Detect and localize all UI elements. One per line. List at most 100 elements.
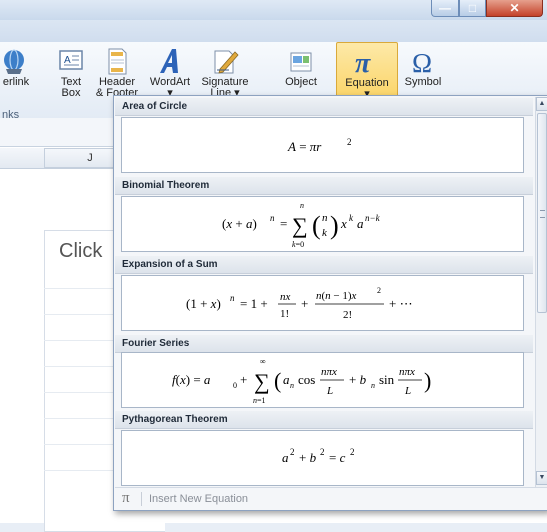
equation-area-of-circle[interactable]: A = πr 2	[121, 117, 524, 173]
minimize-icon: —	[439, 1, 451, 15]
svg-text:+: +	[240, 372, 247, 387]
ribbon-tab-bar: ▵ ? ▭ ⧉ ✕	[0, 20, 547, 59]
svg-text:cos: cos	[298, 372, 315, 387]
svg-text:n: n	[290, 381, 294, 390]
gridline	[44, 418, 114, 419]
wordart-icon	[160, 49, 178, 73]
svg-text:n: n	[270, 213, 275, 223]
equation-button[interactable]: π Equation ▾	[336, 42, 398, 100]
svg-text:nx: nx	[280, 291, 291, 303]
svg-text:2: 2	[320, 447, 325, 457]
symbol-label: Symbol	[404, 76, 442, 88]
svg-text:n: n	[371, 381, 375, 390]
maximize-button[interactable]: □	[459, 0, 486, 17]
svg-text:+ ⋯: + ⋯	[389, 296, 413, 311]
header-footer-button[interactable]: Header & Footer	[92, 42, 142, 99]
svg-text:∞: ∞	[260, 357, 266, 366]
svg-text:+ b: + b	[349, 372, 367, 387]
text-box-button[interactable]: A Text Box	[52, 42, 90, 99]
equation-gallery: Area of Circle A = πr 2 Binomial Theorem…	[113, 95, 547, 511]
gridline	[44, 470, 114, 471]
svg-text:2: 2	[290, 447, 295, 457]
svg-text:n: n	[300, 201, 304, 210]
maximize-icon: □	[468, 1, 477, 15]
svg-text:A = πr: A = πr	[287, 139, 322, 154]
pi-icon: π	[355, 48, 371, 76]
object-label: Object	[285, 76, 317, 88]
svg-text:(x + a): (x + a)	[222, 216, 257, 231]
text-box-icon: A	[59, 50, 83, 70]
svg-text:sin: sin	[379, 372, 395, 387]
svg-text:(1 + x): (1 + x)	[186, 296, 221, 311]
svg-text:(: (	[274, 368, 281, 393]
svg-text:L: L	[404, 385, 411, 397]
hyperlink-icon	[4, 49, 24, 74]
svg-text:Ω: Ω	[412, 48, 432, 75]
gallery-scrollbar[interactable]: ▲ ▼	[535, 97, 547, 487]
gridline	[44, 366, 114, 367]
svg-text:2: 2	[347, 137, 352, 147]
svg-text:): )	[330, 211, 339, 240]
svg-text:1!: 1!	[280, 308, 289, 320]
svg-text:0: 0	[233, 381, 237, 390]
svg-text:k: k	[322, 227, 328, 239]
equation-expansion-of-a-sum[interactable]: (1 + x) n = 1 + nx 1! + n(n − 1)x 2 2! +…	[121, 275, 524, 331]
symbol-button[interactable]: Ω Symbol	[400, 42, 446, 98]
gridline	[44, 288, 114, 289]
svg-text:n: n	[322, 212, 328, 224]
svg-text:x: x	[340, 216, 347, 231]
equation-render: a 2 + b 2 = c 2	[282, 447, 355, 465]
svg-text:+: +	[301, 296, 308, 311]
text-box-label-2: Box	[61, 87, 81, 99]
title-bar: — □ ✕	[0, 0, 547, 20]
equation-fourier-series[interactable]: f(x) = a 0 + ∞ ∑ n=1 ( a n cos nπx L + b…	[121, 352, 524, 408]
scroll-down-arrow-icon[interactable]: ▼	[536, 471, 547, 485]
equation-render: (x + a) n = n ∑ k=0 ( n k ) x k a n−k	[222, 201, 381, 249]
svg-text:2!: 2!	[343, 309, 352, 321]
svg-text:a: a	[357, 216, 364, 231]
omega-icon: Ω	[412, 48, 432, 75]
scroll-thumb[interactable]	[537, 113, 547, 313]
separator	[141, 492, 142, 506]
scroll-up-arrow-icon[interactable]: ▲	[536, 97, 547, 111]
svg-text:= 1 +: = 1 +	[240, 296, 268, 311]
close-button[interactable]: ✕	[486, 0, 543, 17]
equation-pythagorean-theorem[interactable]: a 2 + b 2 = c 2	[121, 430, 524, 486]
svg-text:): )	[424, 368, 431, 393]
svg-text:2: 2	[377, 286, 381, 295]
svg-text:∑: ∑	[292, 213, 308, 238]
svg-text:+ b: + b	[299, 450, 317, 465]
insert-new-equation-label: Insert New Equation	[149, 493, 249, 505]
svg-text:=: =	[280, 216, 287, 231]
svg-text:n(n − 1)x: n(n − 1)x	[316, 290, 357, 302]
gridline	[44, 340, 114, 341]
hyperlink-button[interactable]: erlink	[0, 42, 38, 98]
object-button[interactable]: Object	[281, 42, 321, 98]
section-header-fourier-series: Fourier Series	[115, 335, 533, 353]
wordart-button[interactable]: WordArt ▾	[145, 42, 195, 99]
svg-text:nπx: nπx	[399, 366, 415, 378]
svg-text:π: π	[355, 48, 371, 76]
pi-icon: π	[122, 490, 130, 506]
equation-render: (1 + x) n = 1 + nx 1! + n(n − 1)x 2 2! +…	[186, 286, 413, 321]
object-icon	[290, 52, 312, 72]
signature-line-icon	[214, 50, 239, 74]
section-header-binomial-theorem: Binomial Theorem	[115, 177, 533, 195]
svg-text:∑: ∑	[254, 369, 270, 394]
svg-text:= c: = c	[329, 450, 346, 465]
signature-line-button[interactable]: Signature Line ▾	[197, 42, 253, 99]
gridline	[44, 392, 114, 393]
svg-text:L: L	[326, 385, 333, 397]
hyperlink-label: erlink	[2, 76, 30, 88]
svg-text:a: a	[282, 450, 289, 465]
gridline	[44, 314, 114, 315]
section-header-expansion-of-a-sum: Expansion of a Sum	[115, 256, 533, 274]
minimize-button[interactable]: —	[431, 0, 459, 17]
section-header-pythagorean-theorem: Pythagorean Theorem	[115, 411, 533, 429]
svg-text:k=0: k=0	[292, 240, 304, 249]
svg-text:nπx: nπx	[321, 366, 337, 378]
equation-render: A = πr 2	[287, 137, 352, 154]
insert-new-equation-item[interactable]: π Insert New Equation	[115, 487, 547, 510]
equation-binomial-theorem[interactable]: (x + a) n = n ∑ k=0 ( n k ) x k a n−k	[121, 196, 524, 252]
svg-text:a: a	[283, 372, 290, 387]
